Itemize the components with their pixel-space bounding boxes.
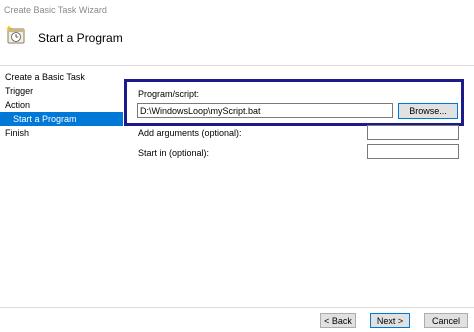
wizard-steps: Create a Basic Task Trigger Action Start…: [0, 70, 123, 140]
step-action: Action: [5, 100, 31, 110]
footer-divider: [0, 307, 474, 308]
title-bar: Create Basic Task Wizard: [0, 0, 474, 21]
program-script-label: Program/script:: [138, 89, 200, 99]
cancel-button[interactable]: Cancel: [424, 313, 468, 328]
step-create-basic-task: Create a Basic Task: [5, 72, 85, 82]
start-in-label: Start in (optional):: [138, 148, 210, 158]
program-script-input[interactable]: [137, 103, 393, 118]
start-in-input[interactable]: [367, 144, 459, 159]
step-trigger: Trigger: [5, 86, 34, 96]
step-start-a-program: Start a Program: [0, 112, 123, 126]
page-title: Start a Program: [38, 31, 123, 45]
browse-button[interactable]: Browse...: [398, 103, 458, 119]
next-button[interactable]: Next >: [370, 313, 410, 328]
step-finish: Finish: [5, 128, 30, 138]
window-title: Create Basic Task Wizard: [4, 5, 107, 15]
add-arguments-label: Add arguments (optional):: [138, 128, 242, 138]
header-divider: [0, 65, 474, 66]
wizard-header: Start a Program: [0, 20, 474, 65]
add-arguments-input[interactable]: [367, 125, 459, 140]
back-button[interactable]: < Back: [320, 313, 356, 328]
task-scheduler-icon: [5, 25, 25, 44]
